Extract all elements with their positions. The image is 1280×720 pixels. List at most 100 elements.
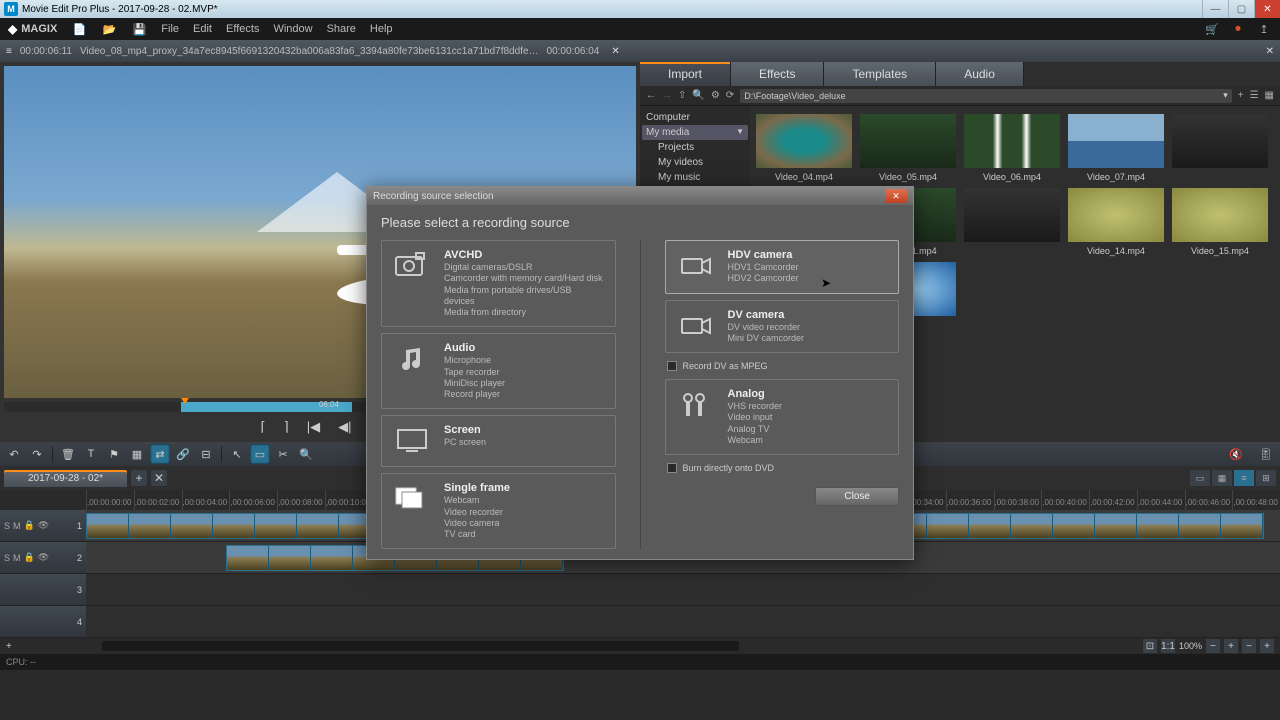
save-icon[interactable]: 💾: [131, 21, 147, 37]
source-analog[interactable]: AnalogVHS recorderVideo inputAnalog TVWe…: [665, 379, 900, 455]
thumbnail[interactable]: [962, 188, 1062, 256]
select-tool-icon[interactable]: ▭: [250, 444, 270, 464]
maximize-button[interactable]: ▢: [1228, 0, 1254, 18]
mark-out-button[interactable]: ⌉: [284, 419, 289, 435]
thumbnail[interactable]: [1170, 114, 1270, 182]
panel-close-icon[interactable]: ✕: [1266, 46, 1274, 57]
tab-audio[interactable]: Audio: [936, 62, 1024, 86]
zoom-v-in-button[interactable]: +: [1260, 639, 1274, 653]
source-single-frame[interactable]: Single frameWebcamVideo recorderVideo ca…: [381, 473, 616, 549]
zoom-1-1-button[interactable]: 1:1: [1161, 639, 1175, 653]
redo-icon[interactable]: ↷: [27, 444, 47, 464]
mark-in-button[interactable]: ⌈: [261, 419, 266, 435]
timeline-scrollbar[interactable]: [102, 641, 739, 651]
menu-edit[interactable]: Edit: [193, 23, 212, 35]
minimize-button[interactable]: —: [1202, 0, 1228, 18]
track-header[interactable]: SM🔒👁1: [0, 510, 86, 541]
window-close-button[interactable]: ✕: [1254, 0, 1280, 18]
export-icon[interactable]: ↥: [1256, 21, 1272, 37]
mixer-icon[interactable]: 🎚: [1256, 444, 1276, 464]
view-list-icon[interactable]: ☰: [1250, 90, 1259, 101]
cables-icon: [676, 388, 716, 422]
view-mode-3[interactable]: ≡: [1234, 470, 1254, 486]
menu-window[interactable]: Window: [273, 23, 312, 35]
source-hdv[interactable]: HDV cameraHDV1 CamcorderHDV2 Camcorder: [665, 240, 900, 294]
recording-source-dialog: Recording source selection ✕ Please sele…: [366, 186, 914, 560]
track-add-icon[interactable]: +: [6, 641, 12, 652]
add-icon[interactable]: +: [1238, 90, 1244, 101]
search-icon[interactable]: 🔍: [692, 90, 704, 101]
open-icon[interactable]: 📂: [101, 21, 117, 37]
nav-fwd-icon[interactable]: →: [662, 90, 672, 101]
delete-icon[interactable]: 🗑: [58, 444, 78, 464]
project-tab[interactable]: 2017-09-28 - 02*: [4, 470, 127, 487]
menu-file[interactable]: File: [161, 23, 179, 35]
zoom-tool-icon[interactable]: 🔍: [296, 444, 316, 464]
cut-tool-icon[interactable]: ✂: [273, 444, 293, 464]
source-screen[interactable]: ScreenPC screen: [381, 415, 616, 467]
thumbnail[interactable]: Video_15.mp4: [1170, 188, 1270, 256]
refresh-icon[interactable]: ⟳: [726, 90, 734, 101]
zoom-v-out-button[interactable]: −: [1242, 639, 1256, 653]
close-button[interactable]: Close: [815, 487, 899, 506]
path-field[interactable]: D:\Footage\Video_deluxe▾: [740, 89, 1232, 103]
title-icon[interactable]: T: [81, 444, 101, 464]
thumbnail[interactable]: Video_06.mp4: [962, 114, 1062, 182]
add-project-button[interactable]: +: [131, 470, 147, 486]
track-header[interactable]: 3: [0, 574, 86, 605]
undo-icon[interactable]: ↶: [4, 444, 24, 464]
shop-icon[interactable]: 🛒: [1204, 21, 1220, 37]
go-start-button[interactable]: |◀: [307, 419, 320, 435]
ripple-icon[interactable]: ⇄: [150, 444, 170, 464]
zoom-fit-button[interactable]: ⊡: [1143, 639, 1157, 653]
view-mode-1[interactable]: ▭: [1190, 470, 1210, 486]
thumbnail[interactable]: Video_05.mp4: [858, 114, 958, 182]
checkbox-burn-dvd[interactable]: Burn directly onto DVD: [665, 461, 900, 475]
tree-item[interactable]: My music: [646, 170, 744, 185]
zoom-in-button[interactable]: +: [1224, 639, 1238, 653]
dialog-titlebar[interactable]: Recording source selection ✕: [367, 187, 913, 205]
menu-share[interactable]: Share: [327, 23, 356, 35]
track-header[interactable]: 4: [0, 606, 86, 637]
track-header[interactable]: SM🔒👁2: [0, 542, 86, 573]
mute-icon[interactable]: 🔇: [1226, 444, 1246, 464]
ungroup-icon[interactable]: ⊟: [196, 444, 216, 464]
tree-item[interactable]: My videos: [646, 155, 744, 170]
new-icon[interactable]: 📄: [71, 21, 87, 37]
pointer-icon[interactable]: ↖: [227, 444, 247, 464]
checkbox-record-dv-mpeg[interactable]: Record DV as MPEG: [665, 359, 900, 373]
tab-effects[interactable]: Effects: [731, 62, 824, 86]
tab-templates[interactable]: Templates: [824, 62, 936, 86]
settings-icon[interactable]: ⚙: [711, 90, 720, 101]
thumbnail[interactable]: Video_07.mp4: [1066, 114, 1166, 182]
tab-close-button[interactable]: ✕: [151, 470, 167, 486]
source-avchd[interactable]: AVCHDDigital cameras/DSLRCamcorder with …: [381, 240, 616, 327]
record-icon[interactable]: ⏺: [1230, 21, 1246, 37]
track-body[interactable]: [86, 574, 1280, 605]
view-mode-2[interactable]: ▦: [1212, 470, 1232, 486]
view-mode-4[interactable]: ⊞: [1256, 470, 1276, 486]
thumbnail[interactable]: Video_04.mp4: [754, 114, 854, 182]
hamburger-icon[interactable]: ≡: [6, 46, 12, 57]
tree-item[interactable]: Projects: [646, 140, 744, 155]
view-grid-icon[interactable]: ▦: [1265, 90, 1274, 101]
thumbnail[interactable]: Video_14.mp4: [1066, 188, 1166, 256]
group-icon[interactable]: ▦: [127, 444, 147, 464]
menu-help[interactable]: Help: [370, 23, 393, 35]
tree-computer[interactable]: Computer: [646, 110, 744, 125]
source-audio[interactable]: AudioMicrophoneTape recorderMiniDisc pla…: [381, 333, 616, 409]
dialog-heading: Please select a recording source: [381, 215, 899, 230]
link-icon[interactable]: 🔗: [173, 444, 193, 464]
marker-icon[interactable]: ⚑: [104, 444, 124, 464]
tree-my-media[interactable]: My media▼: [642, 125, 748, 140]
zoom-out-button[interactable]: −: [1206, 639, 1220, 653]
nav-up-icon[interactable]: ⇧: [678, 90, 686, 101]
nav-back-icon[interactable]: ←: [646, 90, 656, 101]
dialog-close-icon[interactable]: ✕: [885, 189, 907, 203]
menu-effects[interactable]: Effects: [226, 23, 259, 35]
tab-import[interactable]: Import: [640, 62, 731, 86]
step-back-button[interactable]: ◀|: [338, 419, 351, 435]
source-dv[interactable]: DV cameraDV video recorderMini DV camcor…: [665, 300, 900, 354]
track-body[interactable]: [86, 606, 1280, 637]
clip-close-icon[interactable]: ✕: [611, 46, 619, 57]
